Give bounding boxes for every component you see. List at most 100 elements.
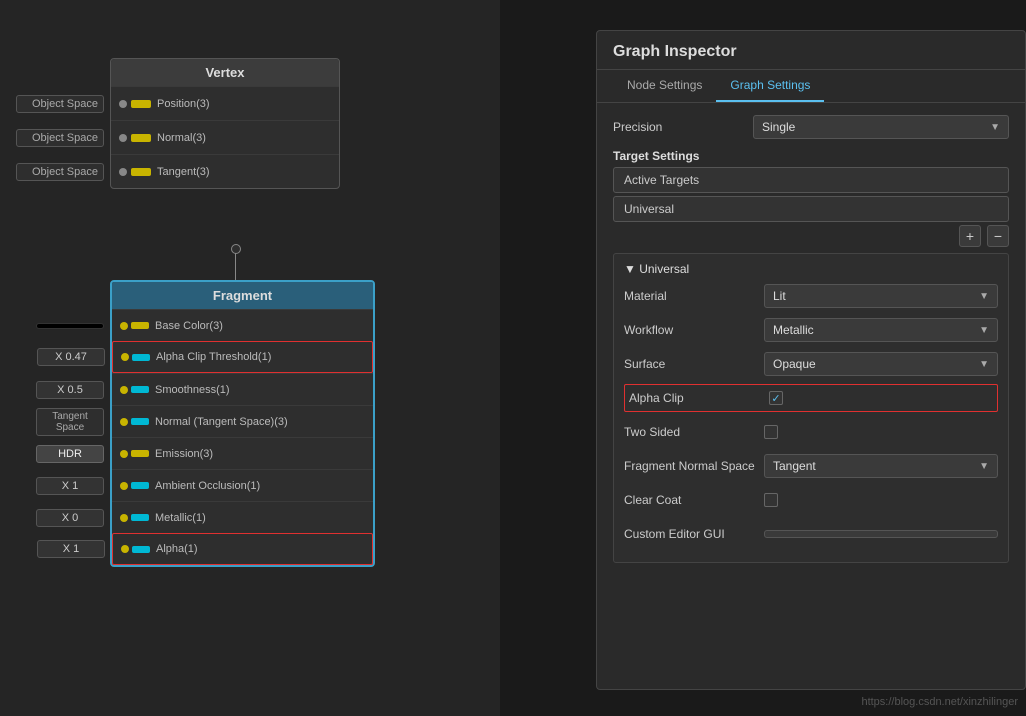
surface-dropdown[interactable]: Opaque ▼ xyxy=(764,352,998,376)
frag-port-alphaclip: Alpha Clip Threshold(1) xyxy=(156,351,271,363)
alpha-clip-check-mark: ✓ xyxy=(771,392,780,405)
tab-node-settings[interactable]: Node Settings xyxy=(613,70,716,102)
vertex-label-tangent: Object Space xyxy=(16,163,104,181)
precision-label: Precision xyxy=(613,120,753,134)
frag-row-emission: HDR Emission(3) xyxy=(112,437,373,469)
vertex-label-normal: Object Space xyxy=(16,129,104,147)
surface-label: Surface xyxy=(624,357,764,371)
surface-row: Surface Opaque ▼ xyxy=(624,350,998,378)
vertex-port-normal: Normal(3) xyxy=(157,132,206,144)
frag-row-smoothness: X 0.5 Smoothness(1) xyxy=(112,373,373,405)
vertex-node: Vertex Object Space Position(3) Object S… xyxy=(110,58,340,189)
frag-port-ao: Ambient Occlusion(1) xyxy=(155,480,260,492)
universal-section: ▼ Universal Material Lit ▼ Workflow Meta… xyxy=(613,253,1009,563)
frag-port-smoothness: Smoothness(1) xyxy=(155,384,230,396)
frag-label-normal: Tangent Space xyxy=(36,408,104,436)
material-arrow: ▼ xyxy=(979,291,989,302)
material-label: Material xyxy=(624,289,764,303)
vertex-port-position: Position(3) xyxy=(157,98,210,110)
two-sided-checkbox[interactable] xyxy=(764,425,778,439)
inspector-tabs: Node Settings Graph Settings xyxy=(597,70,1025,103)
surface-arrow: ▼ xyxy=(979,359,989,370)
add-target-button[interactable]: + xyxy=(959,225,981,247)
universal-box: Universal xyxy=(613,196,1009,222)
port-bar-alpha xyxy=(132,546,150,553)
frag-row-alphaclip: X 0.47 Alpha Clip Threshold(1) xyxy=(112,341,373,373)
tab-graph-settings[interactable]: Graph Settings xyxy=(716,70,824,102)
frag-label-alphaclip: X 0.47 xyxy=(37,348,105,366)
two-sided-label: Two Sided xyxy=(624,425,764,439)
port-dot-alpha xyxy=(121,545,129,553)
remove-target-button[interactable]: − xyxy=(987,225,1009,247)
custom-editor-input[interactable] xyxy=(764,530,998,538)
watermark: https://blog.csdn.net/xinzhilinger xyxy=(861,696,1018,708)
frag-port-basecolor: Base Color(3) xyxy=(155,320,223,332)
frag-row-alpha: X 1 Alpha(1) xyxy=(112,533,373,565)
vert-connector xyxy=(235,253,236,283)
inspector-panel: Graph Inspector Node Settings Graph Sett… xyxy=(596,30,1026,690)
material-dropdown[interactable]: Lit ▼ xyxy=(764,284,998,308)
frag-port-emission: Emission(3) xyxy=(155,448,213,460)
inspector-title: Graph Inspector xyxy=(597,31,1025,70)
surface-value: Opaque xyxy=(773,357,816,371)
fragment-normal-row: Fragment Normal Space Tangent ▼ xyxy=(624,452,998,480)
frag-label-ao: X 1 xyxy=(36,477,104,495)
frag-label-basecolor xyxy=(36,323,104,329)
port-bar-alphaclip xyxy=(132,354,150,361)
material-row: Material Lit ▼ xyxy=(624,282,998,310)
graph-area: Vertex Object Space Position(3) Object S… xyxy=(0,0,500,716)
precision-value: Single xyxy=(762,120,795,134)
inspector-body: Precision Single ▼ Target Settings Activ… xyxy=(597,103,1025,573)
frag-port-metallic: Metallic(1) xyxy=(155,512,206,524)
port-dot-alphaclip xyxy=(121,353,129,361)
workflow-value: Metallic xyxy=(773,323,814,337)
fragment-normal-dropdown[interactable]: Tangent ▼ xyxy=(764,454,998,478)
port-connector-position xyxy=(131,100,151,108)
vertex-row-normal: Object Space Normal(3) xyxy=(111,120,339,154)
frag-label-alpha: X 1 xyxy=(37,540,105,558)
fragment-normal-label: Fragment Normal Space xyxy=(624,459,764,473)
vertex-port-tangent: Tangent(3) xyxy=(157,166,210,178)
port-dot-tangent xyxy=(119,168,127,176)
port-bar-basecolor xyxy=(131,322,149,329)
workflow-dropdown[interactable]: Metallic ▼ xyxy=(764,318,998,342)
clear-coat-row: Clear Coat xyxy=(624,486,998,514)
frag-row-metallic: X 0 Metallic(1) xyxy=(112,501,373,533)
frag-row-basecolor: Base Color(3) xyxy=(112,309,373,341)
custom-editor-label: Custom Editor GUI xyxy=(624,527,764,541)
precision-arrow: ▼ xyxy=(990,122,1000,133)
port-dot-normal xyxy=(120,418,128,426)
precision-dropdown[interactable]: Single ▼ xyxy=(753,115,1009,139)
frag-row-normal: Tangent Space Normal (Tangent Space)(3) xyxy=(112,405,373,437)
port-bar-emission xyxy=(131,450,149,457)
workflow-arrow: ▼ xyxy=(979,325,989,336)
vertex-row-tangent: Object Space Tangent(3) xyxy=(111,154,339,188)
active-targets-box: Active Targets xyxy=(613,167,1009,193)
custom-editor-row: Custom Editor GUI xyxy=(624,520,998,548)
port-bar-normal xyxy=(131,418,149,425)
fragment-node: Fragment Base Color(3) X 0.47 Alpha Clip… xyxy=(110,280,375,567)
vertex-node-header: Vertex xyxy=(111,59,339,86)
alpha-clip-checkbox[interactable]: ✓ xyxy=(769,391,783,405)
frag-label-metallic: X 0 xyxy=(36,509,104,527)
port-bar-metallic xyxy=(131,514,149,521)
fragment-normal-arrow: ▼ xyxy=(979,461,989,472)
port-connector-normal xyxy=(131,134,151,142)
frag-label-smoothness: X 0.5 xyxy=(36,381,104,399)
port-dot-position xyxy=(119,100,127,108)
frag-row-ao: X 1 Ambient Occlusion(1) xyxy=(112,469,373,501)
universal-section-header: ▼ Universal xyxy=(624,262,998,276)
clear-coat-checkbox[interactable] xyxy=(764,493,778,507)
alpha-clip-label: Alpha Clip xyxy=(629,391,769,405)
material-value: Lit xyxy=(773,289,786,303)
target-actions: + − xyxy=(613,225,1009,247)
port-bar-ao xyxy=(131,482,149,489)
frag-port-alpha: Alpha(1) xyxy=(156,543,198,555)
port-bar-smoothness xyxy=(131,386,149,393)
port-dot-ao xyxy=(120,482,128,490)
vertex-label-position: Object Space xyxy=(16,95,104,113)
frag-label-emission: HDR xyxy=(36,445,104,463)
connector-circle xyxy=(231,244,241,254)
port-dot-emission xyxy=(120,450,128,458)
workflow-row: Workflow Metallic ▼ xyxy=(624,316,998,344)
